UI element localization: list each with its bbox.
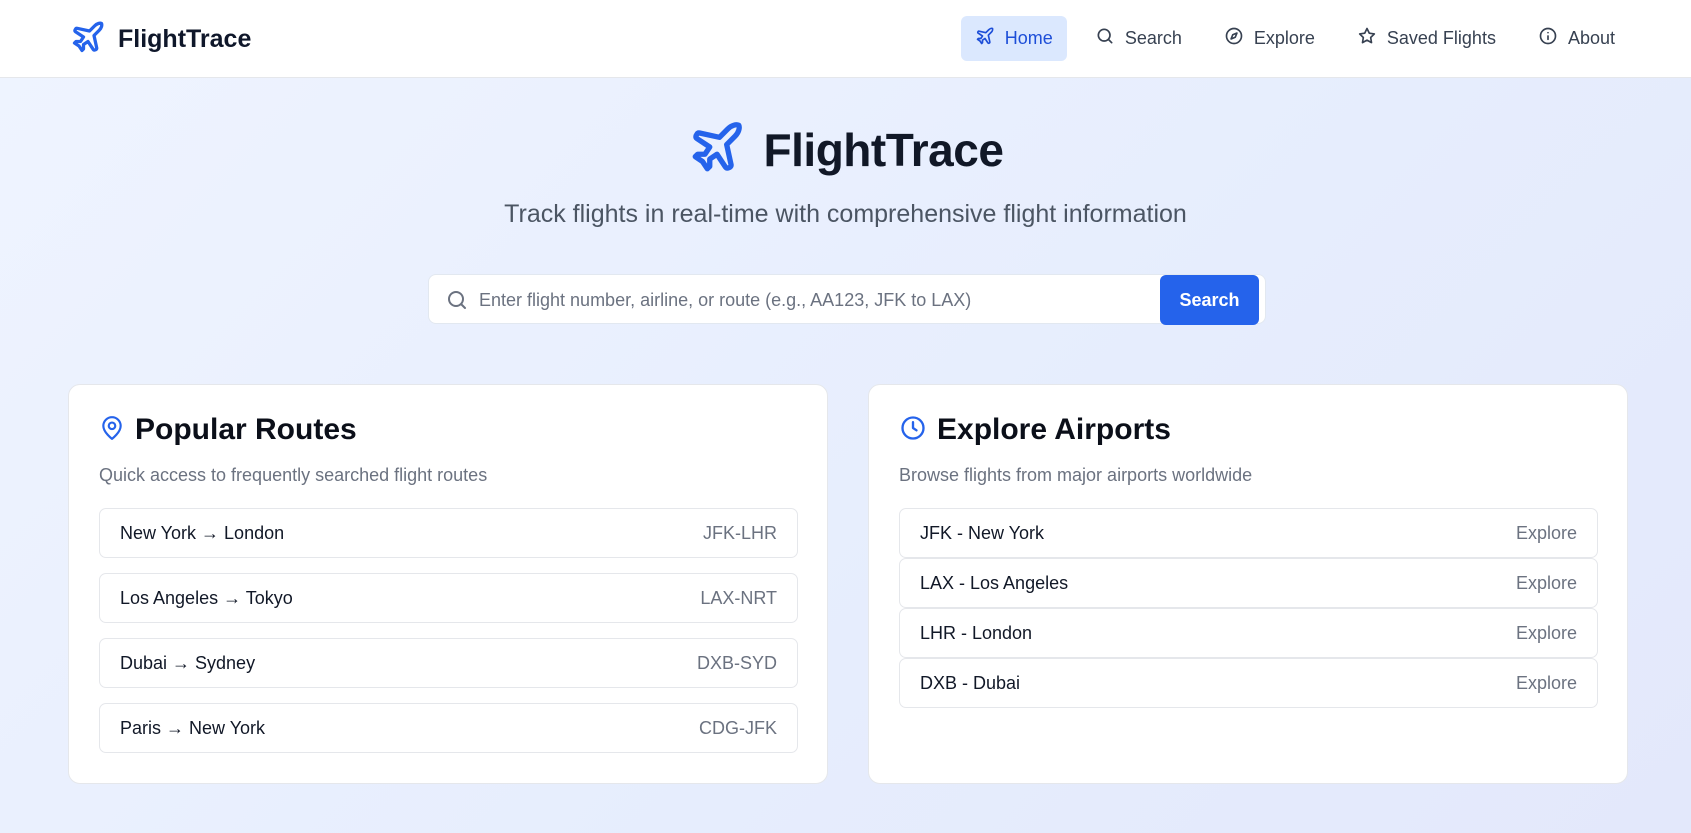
page-title: FlightTrace bbox=[763, 123, 1004, 176]
explore-link[interactable]: Explore bbox=[1516, 523, 1577, 544]
nav-label: Saved Flights bbox=[1386, 28, 1496, 48]
nav-label: Home bbox=[1004, 28, 1053, 48]
card-title: Explore Airports bbox=[937, 413, 1171, 446]
route-name: New York → London bbox=[120, 522, 285, 543]
plane-icon bbox=[975, 26, 995, 51]
plane-icon bbox=[70, 19, 106, 60]
card-header: Explore Airports bbox=[899, 413, 1171, 447]
airport-item[interactable]: JFK - New York Explore bbox=[899, 508, 1598, 558]
route-code: CDG-JFK bbox=[699, 717, 777, 738]
nav-label: Explore bbox=[1253, 28, 1315, 48]
brand-logo[interactable]: FlightTrace bbox=[70, 19, 251, 59]
route-list: New York → London JFK-LHR Los Angeles → … bbox=[99, 508, 798, 768]
nav-home[interactable]: Home bbox=[960, 16, 1067, 61]
compass-icon bbox=[1224, 26, 1244, 51]
brand-name: FlightTrace bbox=[118, 24, 252, 53]
route-name: Paris → New York bbox=[120, 717, 266, 738]
plane-icon bbox=[688, 118, 746, 181]
route-name: Los Angeles → Tokyo bbox=[120, 587, 293, 608]
hero-title: FlightTrace bbox=[0, 118, 1691, 181]
map-pin-icon bbox=[99, 415, 125, 446]
search-icon bbox=[445, 288, 469, 317]
star-icon bbox=[1357, 26, 1377, 51]
nav-about[interactable]: About bbox=[1524, 16, 1629, 61]
airport-name: LHR - London bbox=[920, 622, 1033, 643]
explore-link[interactable]: Explore bbox=[1516, 673, 1577, 694]
airport-list: JFK - New York Explore LAX - Los Angeles… bbox=[899, 508, 1598, 708]
hero-subtitle: Track flights in real-time with comprehe… bbox=[504, 200, 1187, 228]
route-code: DXB-SYD bbox=[696, 652, 777, 673]
main-nav: Home Search Explore Saved Flights About bbox=[960, 16, 1629, 61]
airport-name: DXB - Dubai bbox=[920, 672, 1021, 693]
route-item[interactable]: Dubai → Sydney DXB-SYD bbox=[99, 638, 798, 688]
search-button[interactable]: Search bbox=[1160, 275, 1259, 325]
airport-item[interactable]: LAX - Los Angeles Explore bbox=[899, 558, 1598, 608]
info-icon bbox=[1538, 26, 1558, 51]
route-name: Dubai → Sydney bbox=[120, 652, 256, 673]
explore-link[interactable]: Explore bbox=[1516, 623, 1577, 644]
nav-search[interactable]: Search bbox=[1081, 16, 1196, 61]
search-input[interactable] bbox=[479, 281, 1139, 319]
nav-label: About bbox=[1567, 28, 1615, 48]
airport-item[interactable]: DXB - Dubai Explore bbox=[899, 658, 1598, 708]
nav-label: Search bbox=[1124, 28, 1182, 48]
search-icon bbox=[1095, 26, 1115, 51]
explore-airports-card: Explore Airports Browse flights from maj… bbox=[868, 384, 1628, 784]
card-description: Quick access to frequently searched flig… bbox=[99, 465, 488, 485]
card-header: Popular Routes bbox=[99, 413, 357, 447]
explore-link[interactable]: Explore bbox=[1516, 573, 1577, 594]
clock-icon bbox=[899, 414, 927, 447]
nav-explore[interactable]: Explore bbox=[1210, 16, 1329, 61]
card-title: Popular Routes bbox=[135, 413, 357, 446]
route-item[interactable]: Los Angeles → Tokyo LAX-NRT bbox=[99, 573, 798, 623]
nav-saved-flights[interactable]: Saved Flights bbox=[1343, 16, 1510, 61]
airport-name: JFK - New York bbox=[920, 522, 1045, 543]
flight-search-bar: Search bbox=[428, 274, 1266, 325]
airport-item[interactable]: LHR - London Explore bbox=[899, 608, 1598, 658]
route-code: JFK-LHR bbox=[702, 522, 777, 543]
route-item[interactable]: New York → London JFK-LHR bbox=[99, 508, 798, 558]
card-description: Browse flights from major airports world… bbox=[899, 465, 1253, 485]
airport-name: LAX - Los Angeles bbox=[920, 572, 1069, 593]
route-code: LAX-NRT bbox=[700, 587, 777, 608]
popular-routes-card: Popular Routes Quick access to frequentl… bbox=[68, 384, 828, 784]
top-navbar: FlightTrace Home Search Explore Saved Fl… bbox=[0, 0, 1691, 78]
route-item[interactable]: Paris → New York CDG-JFK bbox=[99, 703, 798, 753]
